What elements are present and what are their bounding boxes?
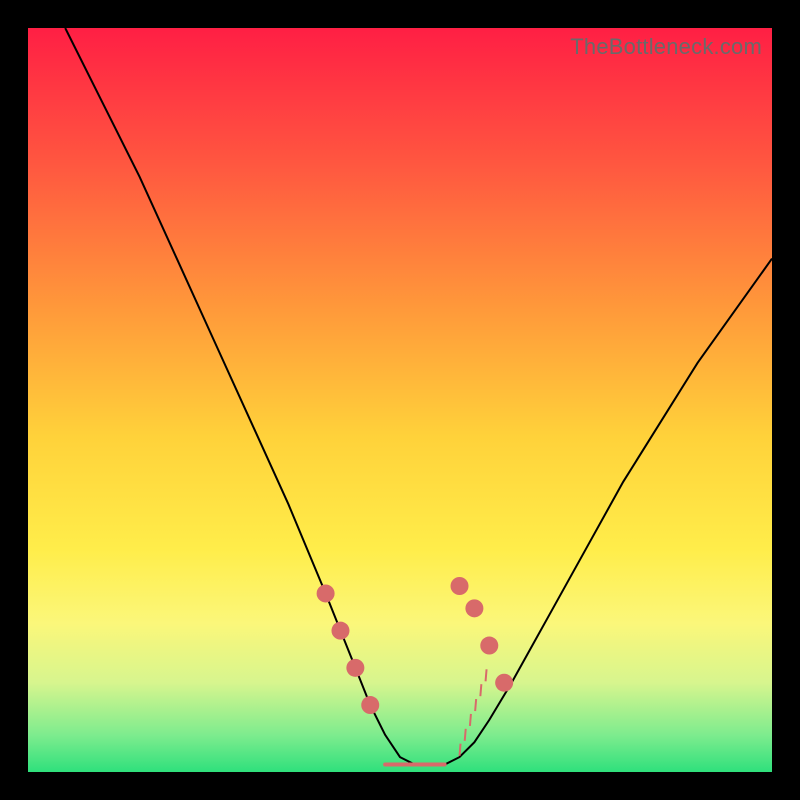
- bottleneck-curve-line: [65, 28, 772, 765]
- bottleneck-chart: [28, 28, 772, 772]
- highlight-dot: [465, 599, 483, 617]
- spray-tick: [460, 744, 461, 756]
- highlight-dot: [361, 696, 379, 714]
- spray-tick: [465, 729, 466, 741]
- spray-tick: [470, 714, 471, 726]
- highlight-dot: [346, 659, 364, 677]
- spray-tick: [480, 684, 481, 696]
- spray-tick: [486, 669, 487, 681]
- spray-tick: [475, 699, 476, 711]
- highlight-dots-right: [451, 577, 514, 692]
- highlight-dot: [317, 584, 335, 602]
- highlight-dot: [331, 622, 349, 640]
- highlight-dot: [451, 577, 469, 595]
- chart-plot-area: TheBottleneck.com: [28, 28, 772, 772]
- highlight-dot: [480, 637, 498, 655]
- highlight-dot: [495, 674, 513, 692]
